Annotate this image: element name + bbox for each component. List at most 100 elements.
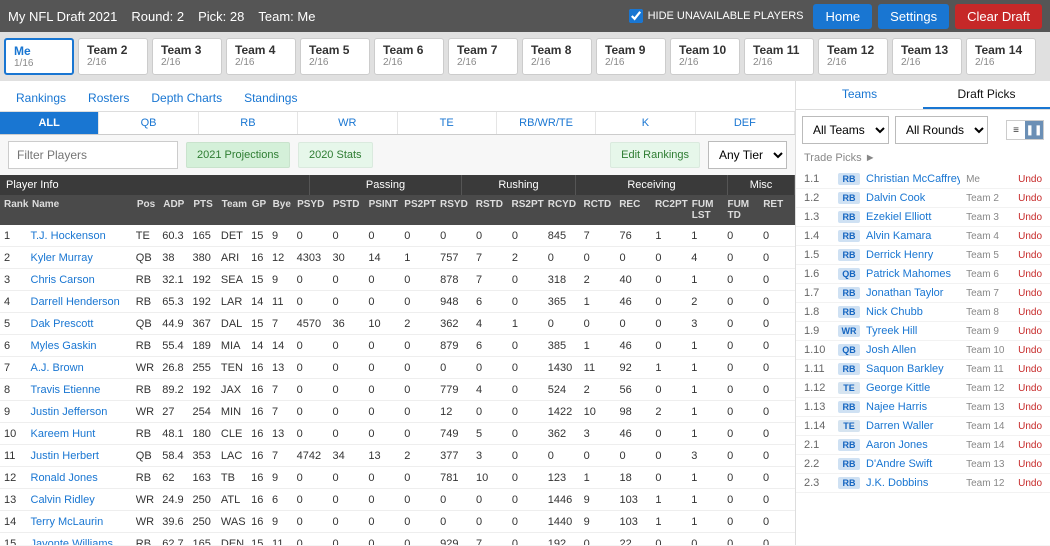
col-header[interactable]: FUM LST <box>688 195 724 225</box>
undo-link[interactable]: Undo <box>1018 345 1042 356</box>
draft-pick-row[interactable]: 1.6 QB Patrick Mahomes Team 6 Undo <box>796 265 1050 284</box>
draft-pick-row[interactable]: 2.1 RB Aaron Jones Team 14 Undo <box>796 436 1050 455</box>
col-header[interactable]: PSTD <box>329 195 365 225</box>
draft-pick-row[interactable]: 1.4 RB Alvin Kamara Team 4 Undo <box>796 227 1050 246</box>
tab-draft-picks[interactable]: Draft Picks <box>923 81 1050 109</box>
team-card[interactable]: Team 22/16 <box>78 38 148 75</box>
pick-player-name[interactable]: Najee Harris <box>866 401 960 413</box>
col-header[interactable]: PSYD <box>293 195 329 225</box>
undo-link[interactable]: Undo <box>1018 478 1042 489</box>
undo-link[interactable]: Undo <box>1018 193 1042 204</box>
draft-pick-row[interactable]: 1.10 QB Josh Allen Team 10 Undo <box>796 341 1050 360</box>
table-row[interactable]: 14Terry McLaurinWR39.6250WAS169000000014… <box>0 511 795 533</box>
tier-select[interactable]: Any Tier <box>708 141 787 169</box>
position-tab[interactable]: RB <box>199 112 298 134</box>
undo-link[interactable]: Undo <box>1018 288 1042 299</box>
team-card[interactable]: Team 112/16 <box>744 38 814 75</box>
pick-player-name[interactable]: Nick Chubb <box>866 306 960 318</box>
undo-link[interactable]: Undo <box>1018 440 1042 451</box>
undo-link[interactable]: Undo <box>1018 250 1042 261</box>
player-name[interactable]: Travis Etienne <box>27 384 132 396</box>
pick-player-name[interactable]: George Kittle <box>866 382 960 394</box>
position-tab[interactable]: DEF <box>696 112 795 134</box>
col-header[interactable]: Name <box>28 195 133 225</box>
player-name[interactable]: Myles Gaskin <box>27 340 132 352</box>
table-row[interactable]: 12Ronald JonesRB62163TB16900007811001231… <box>0 467 795 489</box>
position-tab[interactable]: QB <box>99 112 198 134</box>
pick-player-name[interactable]: Patrick Mahomes <box>866 268 960 280</box>
col-header[interactable]: RET <box>759 195 795 225</box>
team-card[interactable]: Team 142/16 <box>966 38 1036 75</box>
table-row[interactable]: 4Darrell HendersonRB65.3192LAR1411000094… <box>0 291 795 313</box>
table-row[interactable]: 11Justin HerbertQB58.4353LAC167474234132… <box>0 445 795 467</box>
team-card[interactable]: Team 82/16 <box>522 38 592 75</box>
pick-player-name[interactable]: Christian McCaffrey <box>866 173 960 185</box>
draft-pick-row[interactable]: 2.2 RB D'Andre Swift Team 13 Undo <box>796 455 1050 474</box>
position-tab[interactable]: RB/WR/TE <box>497 112 596 134</box>
team-card[interactable]: Team 62/16 <box>374 38 444 75</box>
table-row[interactable]: 7A.J. BrownWR26.8255TEN16130000000143011… <box>0 357 795 379</box>
col-header[interactable]: Bye <box>269 195 294 225</box>
position-tab[interactable]: K <box>596 112 695 134</box>
hide-unavailable-input[interactable] <box>629 9 643 23</box>
col-header[interactable]: PSINT <box>365 195 401 225</box>
undo-link[interactable]: Undo <box>1018 231 1042 242</box>
team-card[interactable]: Team 122/16 <box>818 38 888 75</box>
col-header[interactable]: FUM TD <box>723 195 759 225</box>
hide-unavailable-checkbox[interactable]: HIDE UNAVAILABLE PLAYERS <box>629 9 804 23</box>
col-header[interactable]: Team <box>218 195 248 225</box>
pick-player-name[interactable]: Saquon Barkley <box>866 363 960 375</box>
player-name[interactable]: Chris Carson <box>27 274 132 286</box>
team-card[interactable]: Team 42/16 <box>226 38 296 75</box>
all-rounds-select[interactable]: All Rounds <box>895 116 988 144</box>
view-list-icon[interactable]: ≡ <box>1007 121 1025 139</box>
player-name[interactable]: Dak Prescott <box>27 318 132 330</box>
player-name[interactable]: Justin Herbert <box>27 450 132 462</box>
draft-pick-row[interactable]: 1.8 RB Nick Chubb Team 8 Undo <box>796 303 1050 322</box>
undo-link[interactable]: Undo <box>1018 307 1042 318</box>
draft-pick-row[interactable]: 1.1 RB Christian McCaffrey Me Undo <box>796 170 1050 189</box>
pick-player-name[interactable]: Aaron Jones <box>866 439 960 451</box>
draft-pick-row[interactable]: 1.12 TE George Kittle Team 12 Undo <box>796 379 1050 398</box>
table-row[interactable]: 2Kyler MurrayQB38380ARI16124303301417577… <box>0 247 795 269</box>
pick-player-name[interactable]: Tyreek Hill <box>866 325 960 337</box>
player-name[interactable]: Javonte Williams <box>27 538 132 546</box>
col-header[interactable]: RC2PT <box>651 195 688 225</box>
view-grid-icon[interactable]: ❚❚ <box>1025 121 1043 139</box>
all-teams-select[interactable]: All Teams <box>802 116 889 144</box>
col-header[interactable]: RCYD <box>544 195 580 225</box>
undo-link[interactable]: Undo <box>1018 459 1042 470</box>
nav-tab[interactable]: Rosters <box>86 87 131 111</box>
player-name[interactable]: Terry McLaurin <box>27 516 132 528</box>
undo-link[interactable]: Undo <box>1018 269 1042 280</box>
edit-rankings-button[interactable]: Edit Rankings <box>610 142 700 168</box>
pick-player-name[interactable]: J.K. Dobbins <box>866 477 960 489</box>
col-header[interactable]: Rank <box>0 195 28 225</box>
position-tab[interactable]: WR <box>298 112 397 134</box>
col-header[interactable]: RSTD <box>472 195 508 225</box>
nav-tab[interactable]: Depth Charts <box>149 87 224 111</box>
projections-pill[interactable]: 2021 Projections <box>186 142 290 168</box>
col-header[interactable]: Pos <box>133 195 159 225</box>
pick-player-name[interactable]: Josh Allen <box>866 344 960 356</box>
pick-player-name[interactable]: D'Andre Swift <box>866 458 960 470</box>
col-header[interactable]: RS2PT <box>508 195 544 225</box>
player-name[interactable]: A.J. Brown <box>27 362 132 374</box>
draft-pick-row[interactable]: 1.14 TE Darren Waller Team 14 Undo <box>796 417 1050 436</box>
settings-button[interactable]: Settings <box>878 4 949 29</box>
table-row[interactable]: 15Javonte WilliamsRB62.7165DEN1511000092… <box>0 533 795 545</box>
pick-player-name[interactable]: Jonathan Taylor <box>866 287 960 299</box>
undo-link[interactable]: Undo <box>1018 402 1042 413</box>
nav-tab[interactable]: Standings <box>242 87 299 111</box>
col-header[interactable]: RSYD <box>436 195 472 225</box>
team-card[interactable]: Team 92/16 <box>596 38 666 75</box>
draft-pick-row[interactable]: 1.7 RB Jonathan Taylor Team 7 Undo <box>796 284 1050 303</box>
team-card[interactable]: Team 102/16 <box>670 38 740 75</box>
table-row[interactable]: 9Justin JeffersonWR27254MIN1670000120014… <box>0 401 795 423</box>
player-name[interactable]: Kyler Murray <box>27 252 132 264</box>
pick-player-name[interactable]: Dalvin Cook <box>866 192 960 204</box>
table-row[interactable]: 6Myles GaskinRB55.4189MIA141400008796038… <box>0 335 795 357</box>
team-card[interactable]: Team 132/16 <box>892 38 962 75</box>
table-row[interactable]: 8Travis EtienneRB89.2192JAX1670000779405… <box>0 379 795 401</box>
undo-link[interactable]: Undo <box>1018 212 1042 223</box>
